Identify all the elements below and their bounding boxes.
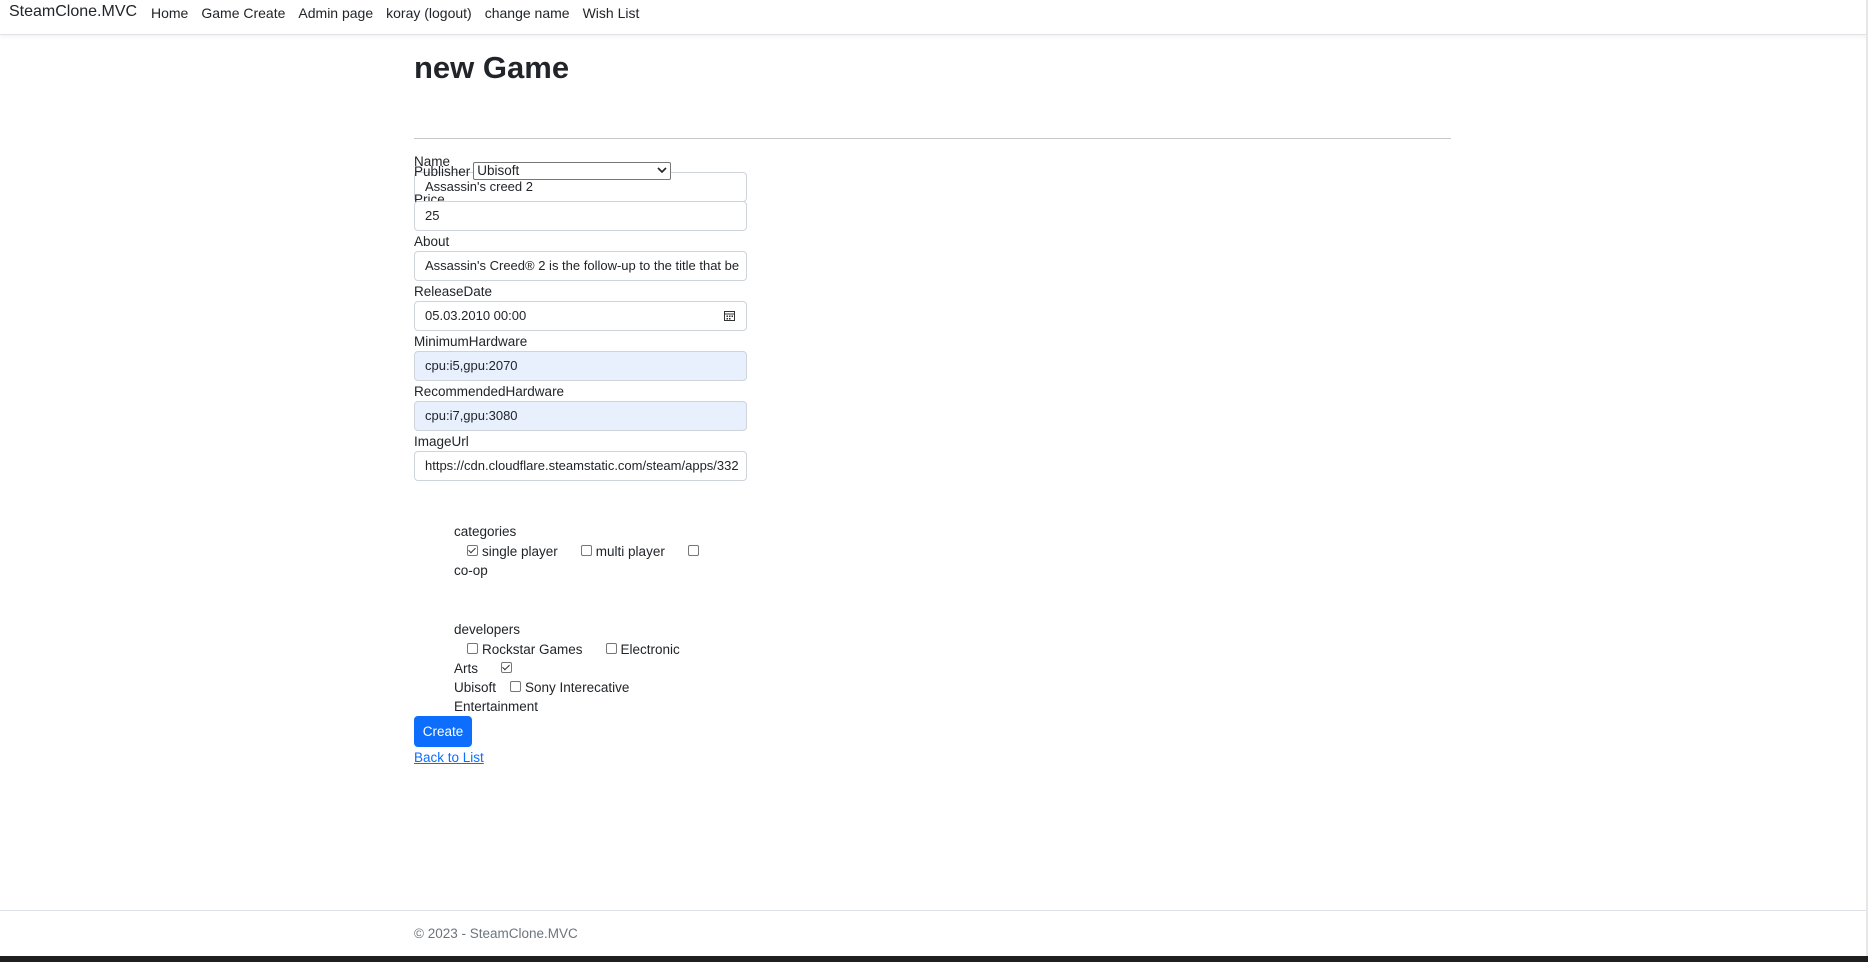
checkbox-electronic-arts[interactable] [605,643,617,654]
label-rockstar-games: Rockstar Games [482,642,583,657]
nav-admin-page[interactable]: Admin page [298,5,373,21]
taskbar-edge [0,956,1868,962]
release-date-input[interactable]: 05.03.2010 00:00 [414,301,747,331]
nav-links: Home Game Create Admin page koray (logou… [151,5,652,21]
checkbox-multi-player[interactable] [580,545,592,556]
divider [414,138,1451,139]
recommended-hardware-label: RecommendedHardware [414,384,565,399]
calendar-icon[interactable] [724,310,735,321]
developers-list: Rockstar Games Electronic Arts Ubisoft Sony… [454,640,714,716]
back-to-list-link[interactable]: Back to List [414,750,484,765]
categories-list: single player multi player co-op [454,542,714,580]
create-button[interactable]: Create [414,716,472,747]
label-single-player: single player [482,544,558,559]
image-url-input[interactable]: https://cdn.cloudflare.steamstatic.com/s… [414,451,747,481]
nav-logout[interactable]: koray (logout) [386,5,472,21]
nav-home[interactable]: Home [151,5,188,21]
checkbox-co-op[interactable] [687,545,699,556]
nav-change-name[interactable]: change name [485,5,570,21]
publisher-label: Publisher [414,163,471,179]
developers-title: developers [454,622,521,637]
checkbox-sony[interactable] [510,681,522,692]
label-multi-player: multi player [595,544,665,559]
page-title: new Game [414,50,570,85]
about-input[interactable]: Assassin's Creed® 2 is the follow-up to … [414,251,747,281]
release-date-label: ReleaseDate [414,284,493,299]
brand-link[interactable]: SteamClone.MVC [9,3,137,21]
about-label: About [414,234,450,249]
categories-title: categories [454,524,517,539]
publisher-selected: Ubisoft [477,163,520,178]
minimum-hardware-input[interactable]: cpu:i5,gpu:2070 [414,351,747,381]
price-input[interactable]: 25 [414,201,747,231]
footer-text: © 2023 - SteamClone.MVC [414,926,578,941]
image-url-label: ImageUrl [414,434,469,449]
minimum-hardware-label: MinimumHardware [414,334,528,349]
footer: © 2023 - SteamClone.MVC [0,910,1868,957]
recommended-hardware-input[interactable]: cpu:i7,gpu:3080 [414,401,747,431]
nav-wish-list[interactable]: Wish List [583,5,640,21]
checkbox-rockstar-games[interactable] [467,643,478,654]
nav-game-create[interactable]: Game Create [201,5,285,21]
chevron-down-icon [657,167,667,174]
release-date-value: 05.03.2010 00:00 [425,308,527,323]
checkbox-single-player[interactable] [467,545,478,556]
checkbox-ubisoft[interactable] [501,662,513,673]
label-ubisoft: Ubisoft [454,680,497,695]
publisher-row: Publisher Ubisoft [414,162,672,180]
publisher-select[interactable]: Ubisoft [473,162,672,180]
navbar: SteamClone.MVC Home Game Create Admin pa… [0,0,1868,35]
label-co-op: co-op [454,563,488,578]
